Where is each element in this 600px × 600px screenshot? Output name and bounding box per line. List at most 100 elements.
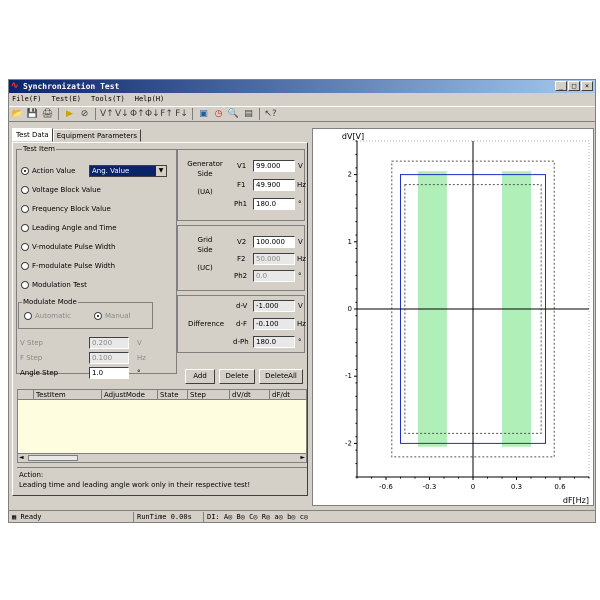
radio-automatic-label: Automatic [35, 312, 71, 320]
open-folder-icon[interactable]: 📂 [11, 108, 24, 121]
toolbar-separator [95, 108, 96, 120]
radio-label: V-modulate Pulse Width [32, 243, 116, 251]
print-icon[interactable]: 🖨 [41, 108, 54, 121]
status-ready-text: Ready [20, 512, 42, 521]
scroll-left-icon[interactable]: ◄ [19, 454, 24, 462]
ph2-unit: ° [298, 272, 302, 280]
v2-input[interactable]: 100.000 [253, 236, 295, 248]
horizontal-scrollbar[interactable]: ◄ ► [18, 453, 306, 462]
v-step-unit: V [137, 339, 142, 347]
angle-step-input[interactable]: 1.0 [89, 367, 129, 379]
delete-all-button[interactable]: DeleteAll [259, 369, 303, 384]
v1-icon[interactable]: V↑ [100, 108, 114, 121]
action-info-text: Leading time and leading angle work only… [19, 481, 251, 489]
radio-dot [94, 312, 102, 320]
menu-help[interactable]: Help(H) [135, 93, 165, 105]
toolbar-separator [192, 108, 193, 120]
v2-icon[interactable]: V↓ [115, 108, 129, 121]
action-info-box: Action: Leading time and leading angle w… [17, 467, 307, 493]
dv-input[interactable]: -1.000 [253, 300, 295, 312]
stop-icon[interactable]: ⊘ [78, 108, 91, 121]
radio-manual[interactable]: Manual [94, 312, 130, 320]
table-header-state[interactable]: State [158, 390, 188, 399]
clock-icon[interactable]: ◷ [212, 108, 225, 121]
ph2-label: Ph2 [234, 272, 248, 280]
tab-test-data[interactable]: Test Data [12, 128, 53, 142]
x-tick-label: 0.6 [554, 483, 566, 491]
tab-equipment-parameters[interactable]: Equipment Parameters [52, 129, 142, 142]
dph-unit: ° [298, 338, 302, 346]
minimize-button[interactable]: _ [555, 81, 567, 91]
radio-label: F-modulate Pulse Width [32, 262, 116, 270]
radio-dot [21, 167, 29, 175]
ph1-input[interactable]: 180.0 [253, 198, 295, 210]
table-header-adjustmode[interactable]: AdjustMode [102, 390, 158, 399]
menu-tools[interactable]: Tools(T) [91, 93, 125, 105]
v-step-input[interactable]: 0.200 [89, 337, 129, 349]
x-axis-label: dF[Hz] [563, 496, 589, 505]
radio-voltage-block-value[interactable]: Voltage Block Value [21, 186, 101, 194]
radio-modulation-test[interactable]: Modulation Test [21, 281, 87, 289]
maximize-button[interactable]: □ [568, 81, 580, 91]
close-button[interactable]: × [581, 81, 593, 91]
status-runtime: RunTime 0.00s [134, 511, 204, 523]
scroll-right-icon[interactable]: ► [300, 454, 305, 462]
ph2-input[interactable]: 0.0 [253, 270, 295, 282]
x-tick-label: -0.3 [423, 483, 437, 491]
df-input[interactable]: -0.100 [253, 318, 295, 330]
radio-action-value[interactable]: Action Value [21, 167, 75, 175]
table-header-dfdt[interactable]: dF/dt [270, 390, 306, 399]
radio-dot [21, 205, 29, 213]
zoom-icon[interactable]: 🔍 [227, 108, 240, 121]
f2-input[interactable]: 50.000 [253, 253, 295, 265]
radio-automatic[interactable]: Automatic [24, 312, 71, 320]
menu-bar: File(F) Test(E) Tools(T) Help(H) [9, 93, 595, 105]
y-tick-label: 0 [348, 305, 352, 313]
radio-leading-angle-and-time[interactable]: Leading Angle and Time [21, 224, 117, 232]
f1-input[interactable]: 49.900 [253, 179, 295, 191]
radio-v-modulate-pulse-width[interactable]: V-modulate Pulse Width [21, 243, 115, 251]
modulate-mode-title: Modulate Mode [22, 298, 78, 306]
report-icon[interactable]: ▤ [242, 108, 255, 121]
dv-label: d-V [236, 302, 248, 310]
y-tick-label: 1 [348, 238, 352, 246]
df-label: d-F [236, 320, 247, 328]
table-header-step[interactable]: Step [188, 390, 230, 399]
v-step-label: V Step [20, 339, 43, 347]
action-value-select[interactable]: Ang. Value ▼ [89, 165, 167, 177]
f-down-icon[interactable]: F↓ [175, 108, 188, 121]
save-icon[interactable]: 💾 [26, 108, 39, 121]
radio-dot [24, 312, 32, 320]
add-button[interactable]: Add [185, 369, 215, 384]
f1-label: F1 [237, 181, 246, 189]
menu-file[interactable]: File(F) [12, 93, 42, 105]
dph-input[interactable]: 180.0 [253, 336, 295, 348]
action-info-title: Action: [19, 471, 44, 479]
radio-frequency-block-value[interactable]: Frequency Block Value [21, 205, 111, 213]
play-icon[interactable]: ▶ [63, 108, 76, 121]
table-header: TestItem AdjustMode State Step dV/dt dF/… [18, 390, 306, 400]
menu-test[interactable]: Test(E) [52, 93, 82, 105]
radio-f-modulate-pulse-width[interactable]: F-modulate Pulse Width [21, 262, 115, 270]
status-bar: ▦ Ready RunTime 0.00s DI: A◎ B◎ C◎ R◎ a◎… [9, 510, 595, 523]
delete-button[interactable]: Delete [219, 369, 255, 384]
f1-unit: Hz [297, 181, 306, 189]
monitor-icon[interactable]: ▣ [197, 108, 210, 121]
table-header-testitem[interactable]: TestItem [34, 390, 102, 399]
v1-input[interactable]: 99.000 [253, 160, 295, 172]
x-tick-label: 0.3 [511, 483, 522, 491]
f-step-input[interactable]: 0.100 [89, 352, 129, 364]
y-tick-label: -2 [345, 439, 352, 447]
df-unit: Hz [297, 320, 306, 328]
chevron-down-icon[interactable]: ▼ [156, 166, 166, 176]
help-pointer-icon[interactable]: ↖? [264, 108, 277, 121]
test-items-table[interactable]: TestItem AdjustMode State Step dV/dt dF/… [17, 389, 307, 463]
phase-down-icon[interactable]: Φ↓ [145, 108, 160, 121]
generator-side-group: Generator Side (UA) V1 99.000 V F1 49.90… [177, 149, 306, 221]
f-up-icon[interactable]: F↑ [160, 108, 173, 121]
phase-up-icon[interactable]: Φ↑ [130, 108, 145, 121]
x-tick-label: 0 [471, 483, 475, 491]
table-header-dvdt[interactable]: dV/dt [230, 390, 270, 399]
y-tick-label: 2 [348, 171, 352, 179]
scrollbar-thumb[interactable] [28, 455, 78, 461]
